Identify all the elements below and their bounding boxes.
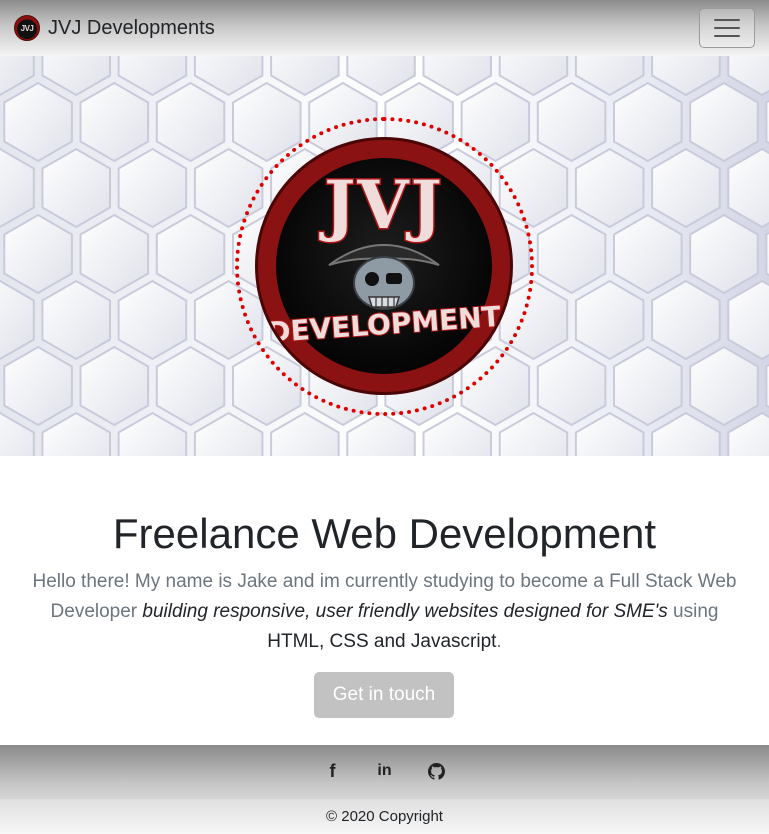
social-links: f in: [0, 761, 769, 781]
hexagon-tile: [536, 81, 607, 163]
hamburger-icon: [714, 19, 740, 21]
hexagon-tile: [536, 213, 607, 295]
brand-logo-icon: JVJ: [14, 15, 40, 41]
hexagon-tile: [155, 81, 226, 163]
hexagon-tile: [41, 411, 111, 456]
copyright-text: © 2020 Copyright: [0, 799, 769, 834]
hamburger-icon-line: [714, 35, 740, 37]
intro-tech: HTML, CSS and Javascript: [267, 631, 497, 652]
hexagon-tile: [689, 81, 759, 163]
hexagon-tile: [270, 56, 340, 97]
hexagon-tile: [79, 213, 150, 295]
hexagon-tile: [3, 81, 73, 163]
hexagon-tile: [3, 213, 73, 295]
hexagon-tile: [613, 213, 683, 295]
hexagon-tile: [689, 345, 759, 427]
brand-name: JVJ Developments: [48, 16, 215, 39]
brand-logo-text: JVJ: [20, 23, 34, 33]
facebook-link[interactable]: f: [324, 761, 342, 781]
hexagon-tile: [41, 279, 111, 361]
hexagon-tile: [346, 411, 416, 456]
hexagon-tile: [498, 411, 569, 456]
intro-emphasis: building responsive, user friendly websi…: [142, 601, 668, 622]
intro-end: .: [496, 631, 502, 652]
intro-section: Freelance Web Development Hello there! M…: [0, 456, 769, 745]
page-title: Freelance Web Development: [112, 510, 657, 557]
get-in-touch-button[interactable]: Get in touch: [314, 672, 454, 718]
hexagon-tile: [193, 56, 264, 97]
navbar: JVJ JVJ Developments: [0, 0, 769, 56]
hexagon-tile: [117, 147, 188, 229]
facebook-icon: f: [329, 760, 336, 781]
footer: f in © 2020 Copyright: [0, 745, 769, 834]
hexagon-tile: [651, 411, 721, 456]
hero-banner: JVJ DEVELOPMENT: [0, 56, 769, 456]
hexagon-tile: [79, 81, 150, 163]
hexagon-tile: [41, 56, 111, 97]
hexagon-tile: [422, 56, 492, 97]
hexagon-tile: [193, 411, 264, 456]
hexagon-tile: [41, 147, 111, 229]
github-link[interactable]: [428, 761, 446, 781]
hexagon-tile: [79, 345, 150, 427]
hamburger-icon-line: [714, 27, 740, 29]
hexagon-tile: [346, 56, 416, 97]
hexagon-tile: [727, 279, 769, 361]
hexagon-tile: [613, 81, 683, 163]
hexagon-tile: [422, 411, 492, 456]
hexagon-tile: [727, 147, 769, 229]
hexagon-tile: [117, 279, 188, 361]
jvj-logo: JVJ DEVELOPMENT: [255, 137, 513, 395]
hexagon-tile: [270, 411, 340, 456]
brand-link[interactable]: JVJ JVJ Developments: [14, 15, 215, 41]
hexagon-tile: [613, 345, 683, 427]
hexagon-tile: [155, 213, 226, 295]
hexagon-tile: [0, 147, 35, 229]
hexagon-tile: [117, 56, 188, 97]
github-icon: [428, 762, 445, 780]
logo-title: JVJ: [323, 165, 444, 246]
menu-toggle-button[interactable]: [699, 8, 755, 48]
hexagon-tile: [574, 56, 645, 97]
hexagon-tile: [574, 279, 645, 361]
hexagon-tile: [574, 147, 645, 229]
hexagon-tile: [651, 56, 721, 97]
hexagon-tile: [498, 56, 569, 97]
hexagon-tile: [3, 345, 73, 427]
intro-text: Hello there! My name is Jake and im curr…: [30, 567, 739, 657]
hexagon-tile: [155, 345, 226, 427]
linkedin-link[interactable]: in: [376, 761, 394, 781]
linkedin-icon: in: [377, 762, 392, 779]
hexagon-tile: [651, 279, 721, 361]
hexagon-tile: [689, 213, 759, 295]
hexagon-tile: [574, 411, 645, 456]
hexagon-tile: [651, 147, 721, 229]
intro-using: using: [673, 601, 719, 622]
hexagon-tile: [536, 345, 607, 427]
hexagon-tile: [117, 411, 188, 456]
hexagon-tile: [0, 279, 35, 361]
